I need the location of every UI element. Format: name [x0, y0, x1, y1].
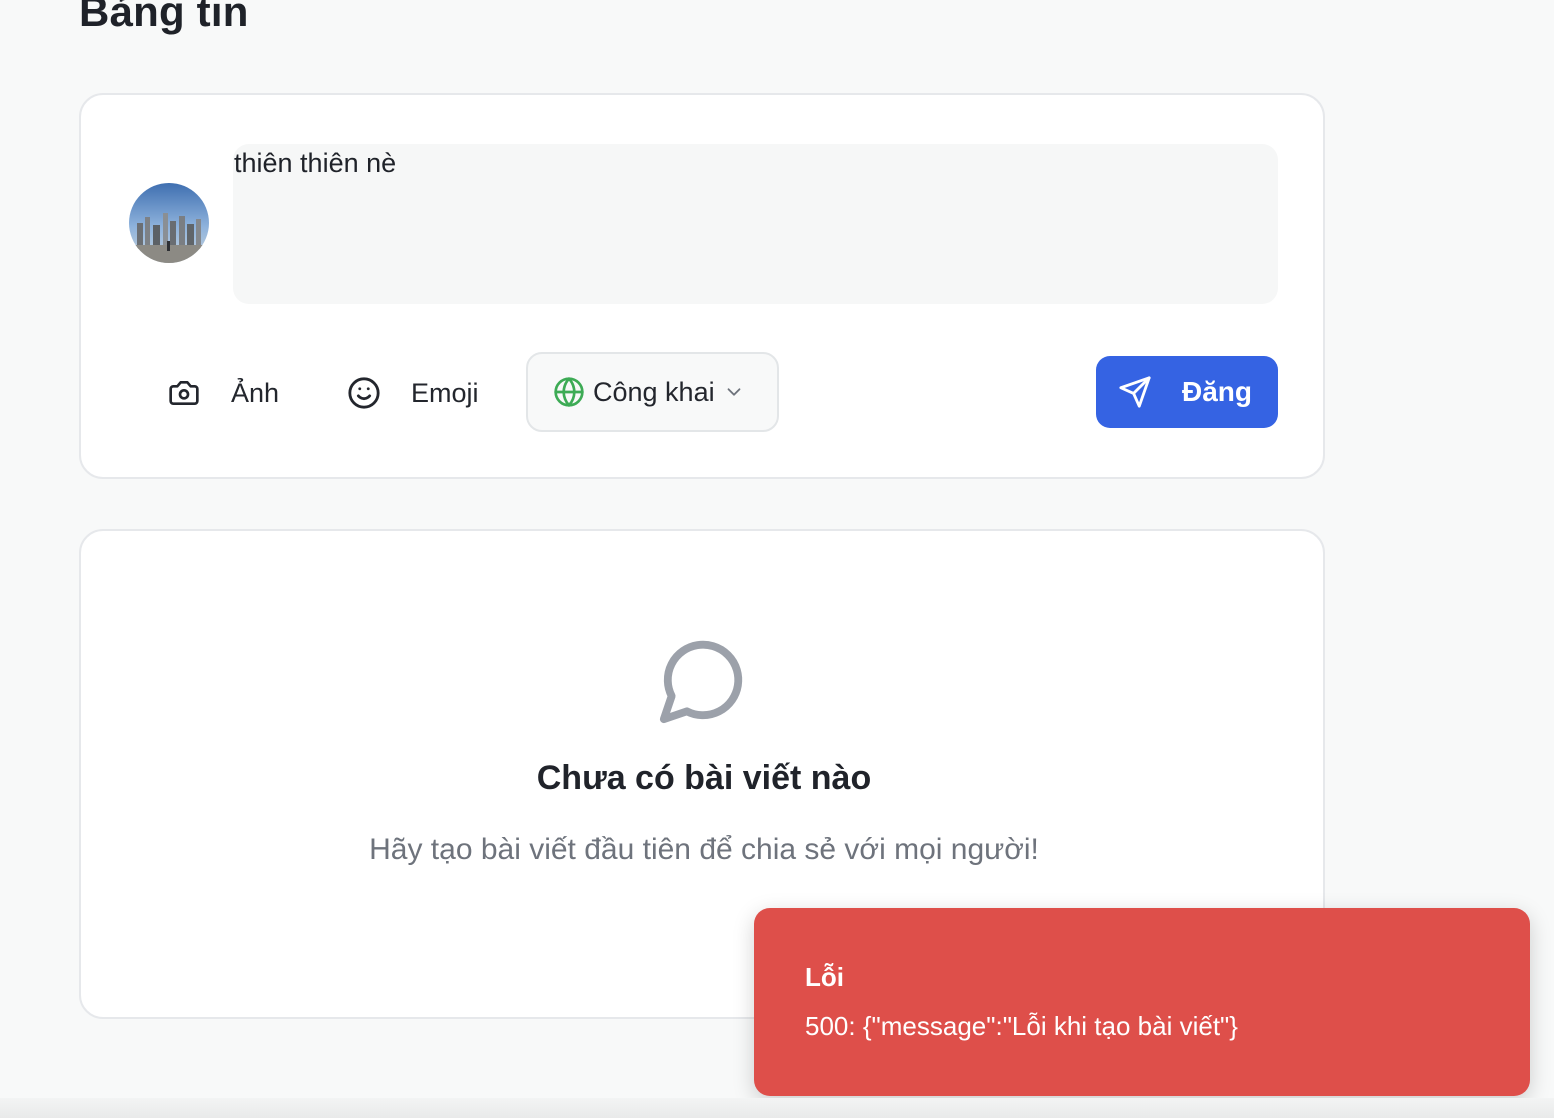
error-toast[interactable]: Lỗi 500: {"message":"Lỗi khi tạo bài viế… — [754, 908, 1530, 1096]
privacy-select[interactable]: Công khai — [526, 352, 779, 432]
post-input[interactable] — [233, 144, 1278, 304]
send-icon — [1118, 375, 1152, 409]
post-submit-button[interactable]: Đăng — [1096, 356, 1278, 428]
bottom-edge — [0, 1098, 1554, 1118]
message-circle-icon — [656, 633, 750, 732]
emoji-button[interactable]: Emoji — [347, 353, 479, 433]
smile-icon — [347, 376, 381, 410]
privacy-value: Công khai — [593, 376, 715, 407]
chevron-down-icon — [723, 381, 745, 403]
add-photo-button[interactable]: Ảnh — [167, 353, 279, 433]
empty-subtitle: Hãy tạo bài viết đầu tiên để chia sẻ với… — [369, 833, 1039, 866]
emoji-label: Emoji — [411, 377, 479, 408]
empty-title: Chưa có bài viết nào — [536, 759, 872, 797]
post-composer: Ảnh Emoji Công khai — [79, 93, 1325, 479]
page: Bảng tin thiên thiên nè Ảnh Emoji Công k… — [0, 0, 1554, 1118]
avatar[interactable] — [129, 183, 209, 263]
page-title: Bảng tin — [79, 0, 249, 35]
globe-icon — [553, 376, 585, 408]
add-photo-label: Ảnh — [231, 377, 280, 408]
camera-icon — [167, 376, 201, 410]
toast-title: Lỗi — [805, 962, 844, 992]
toast-message: 500: {"message":"Lỗi khi tạo bài viết"} — [805, 1011, 1238, 1041]
post-submit-label: Đăng — [1182, 376, 1252, 407]
